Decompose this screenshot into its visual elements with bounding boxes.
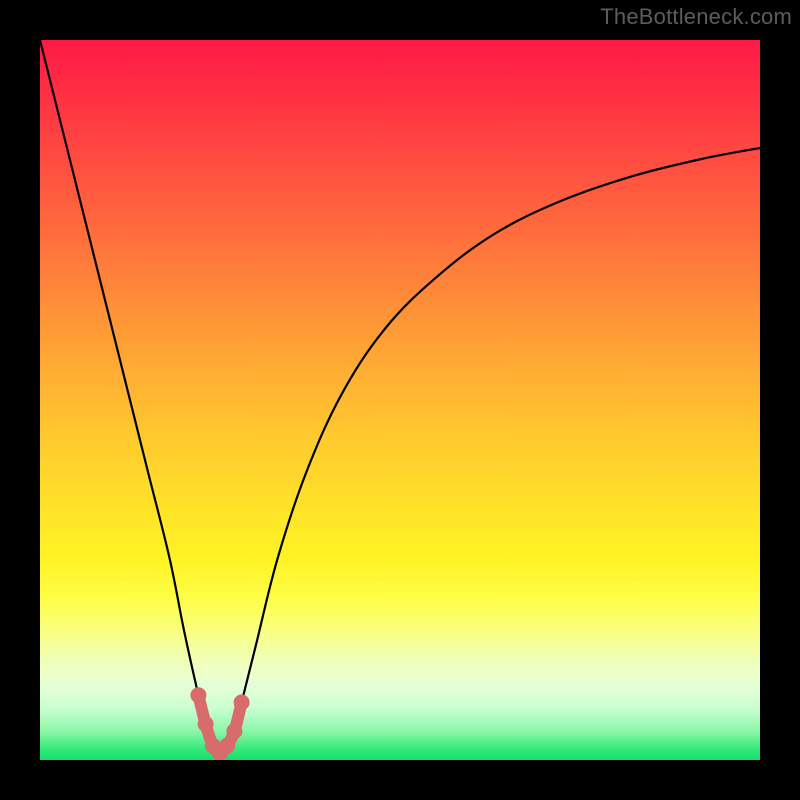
highlight-dot — [234, 694, 250, 710]
bottleneck-curve — [40, 40, 760, 753]
curve-svg — [40, 40, 760, 760]
highlight-dot — [226, 723, 242, 739]
highlight-dot — [212, 745, 228, 760]
highlight-dot — [190, 687, 206, 703]
bottleneck-highlight-curve — [198, 695, 241, 753]
bottleneck-highlight-region — [190, 687, 249, 760]
highlight-dot — [205, 738, 221, 754]
watermark-text: TheBottleneck.com — [600, 4, 792, 30]
plot-area — [40, 40, 760, 760]
chart-container: TheBottleneck.com — [0, 0, 800, 800]
highlight-dot — [219, 738, 235, 754]
highlight-dot — [198, 716, 214, 732]
